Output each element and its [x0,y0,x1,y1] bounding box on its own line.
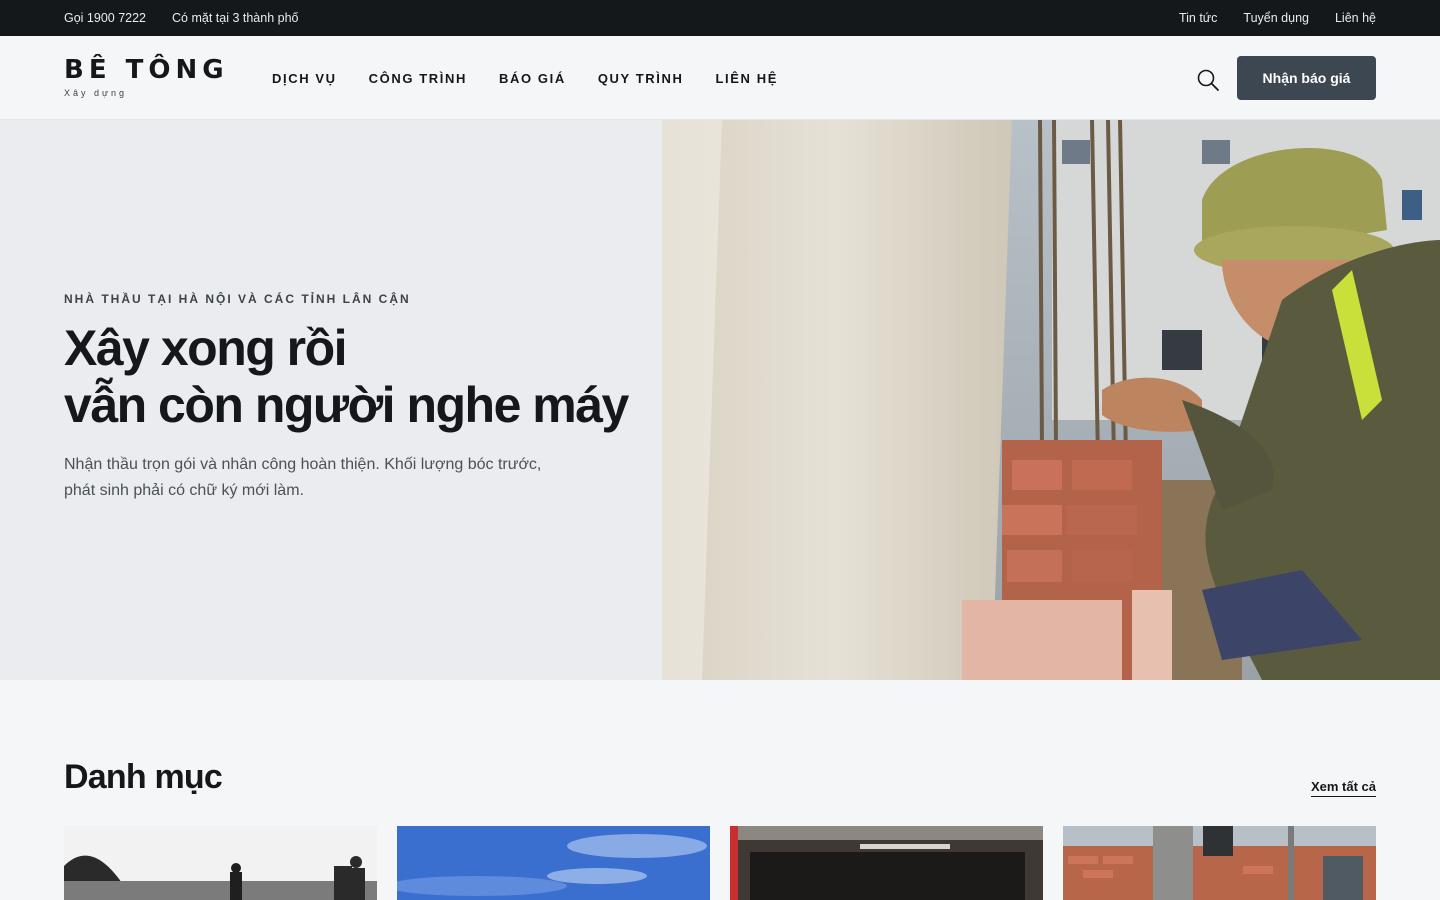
category-card-4[interactable] [1063,826,1376,900]
hero-headline: Xây xong rồi vẫn còn người nghe máy [64,320,654,434]
category-card-1[interactable] [64,826,377,900]
get-quote-button[interactable]: Nhận báo giá [1237,56,1376,100]
hero-section: NHÀ THẦU TẠI HÀ NỘI VÀ CÁC TỈNH LÂN CẬN … [0,120,1440,680]
category-cards [64,826,1376,900]
search-icon[interactable] [1196,68,1220,92]
workers-on-site-bw-photo [64,826,377,900]
category-card-2[interactable] [397,826,710,900]
nav-item-projects[interactable]: CÔNG TRÌNH [369,71,467,86]
nav-item-pricing[interactable]: BÁO GIÁ [499,71,566,86]
building-interior-photo [730,826,1043,900]
view-all-link[interactable]: Xem tất cả [1310,779,1376,797]
nav-item-contact[interactable]: LIÊN HỆ [715,71,777,86]
categories-title: Danh mục [64,758,223,796]
brick-wall-construction-photo [1063,826,1376,900]
nav-item-services[interactable]: DỊCH VỤ [272,71,337,86]
headline-line-2: vẫn còn người nghe máy [64,377,629,433]
logo-tagline: Xây dựng [64,88,128,98]
logo[interactable]: BÊ TÔNG Xây dựng [64,54,229,98]
hero-image [662,120,1440,680]
category-card-3[interactable] [730,826,1043,900]
description-line-2: phát sinh phải có chữ ký mới làm. [64,482,304,499]
topbar-left: Gọi 1900 7222 Có mặt tại 3 thành phố [64,0,299,36]
top-bar: Gọi 1900 7222 Có mặt tại 3 thành phố Tin… [0,0,1440,36]
phone-link[interactable]: Gọi 1900 7222 [64,11,146,25]
description-line-1: Nhận thầu trọn gói và nhân công hoàn thi… [64,456,542,473]
hero-text-panel: NHÀ THẦU TẠI HÀ NỘI VÀ CÁC TỈNH LÂN CẬN … [0,120,662,680]
construction-worker-photo [662,120,1440,680]
blue-sky-photo [397,826,710,900]
cities-text: Có mặt tại 3 thành phố [172,11,299,25]
topbar-link-news[interactable]: Tin tức [1179,11,1217,25]
topbar-right: Tin tức Tuyển dụng Liên hệ [1179,0,1376,36]
hero-eyebrow: NHÀ THẦU TẠI HÀ NỘI VÀ CÁC TỈNH LÂN CẬN [64,292,411,306]
nav-item-process[interactable]: QUY TRÌNH [598,71,684,86]
hero-description: Nhận thầu trọn gói và nhân công hoàn thi… [64,452,584,504]
main-nav: DỊCH VỤ CÔNG TRÌNH BÁO GIÁ QUY TRÌNH LIÊ… [272,36,778,120]
logo-name: BÊ TÔNG [64,55,229,85]
site-header: BÊ TÔNG Xây dựng DỊCH VỤ CÔNG TRÌNH BÁO … [0,36,1440,120]
topbar-link-careers[interactable]: Tuyển dụng [1243,11,1309,25]
topbar-link-contact[interactable]: Liên hệ [1335,11,1376,25]
headline-line-1: Xây xong rồi [64,320,348,376]
